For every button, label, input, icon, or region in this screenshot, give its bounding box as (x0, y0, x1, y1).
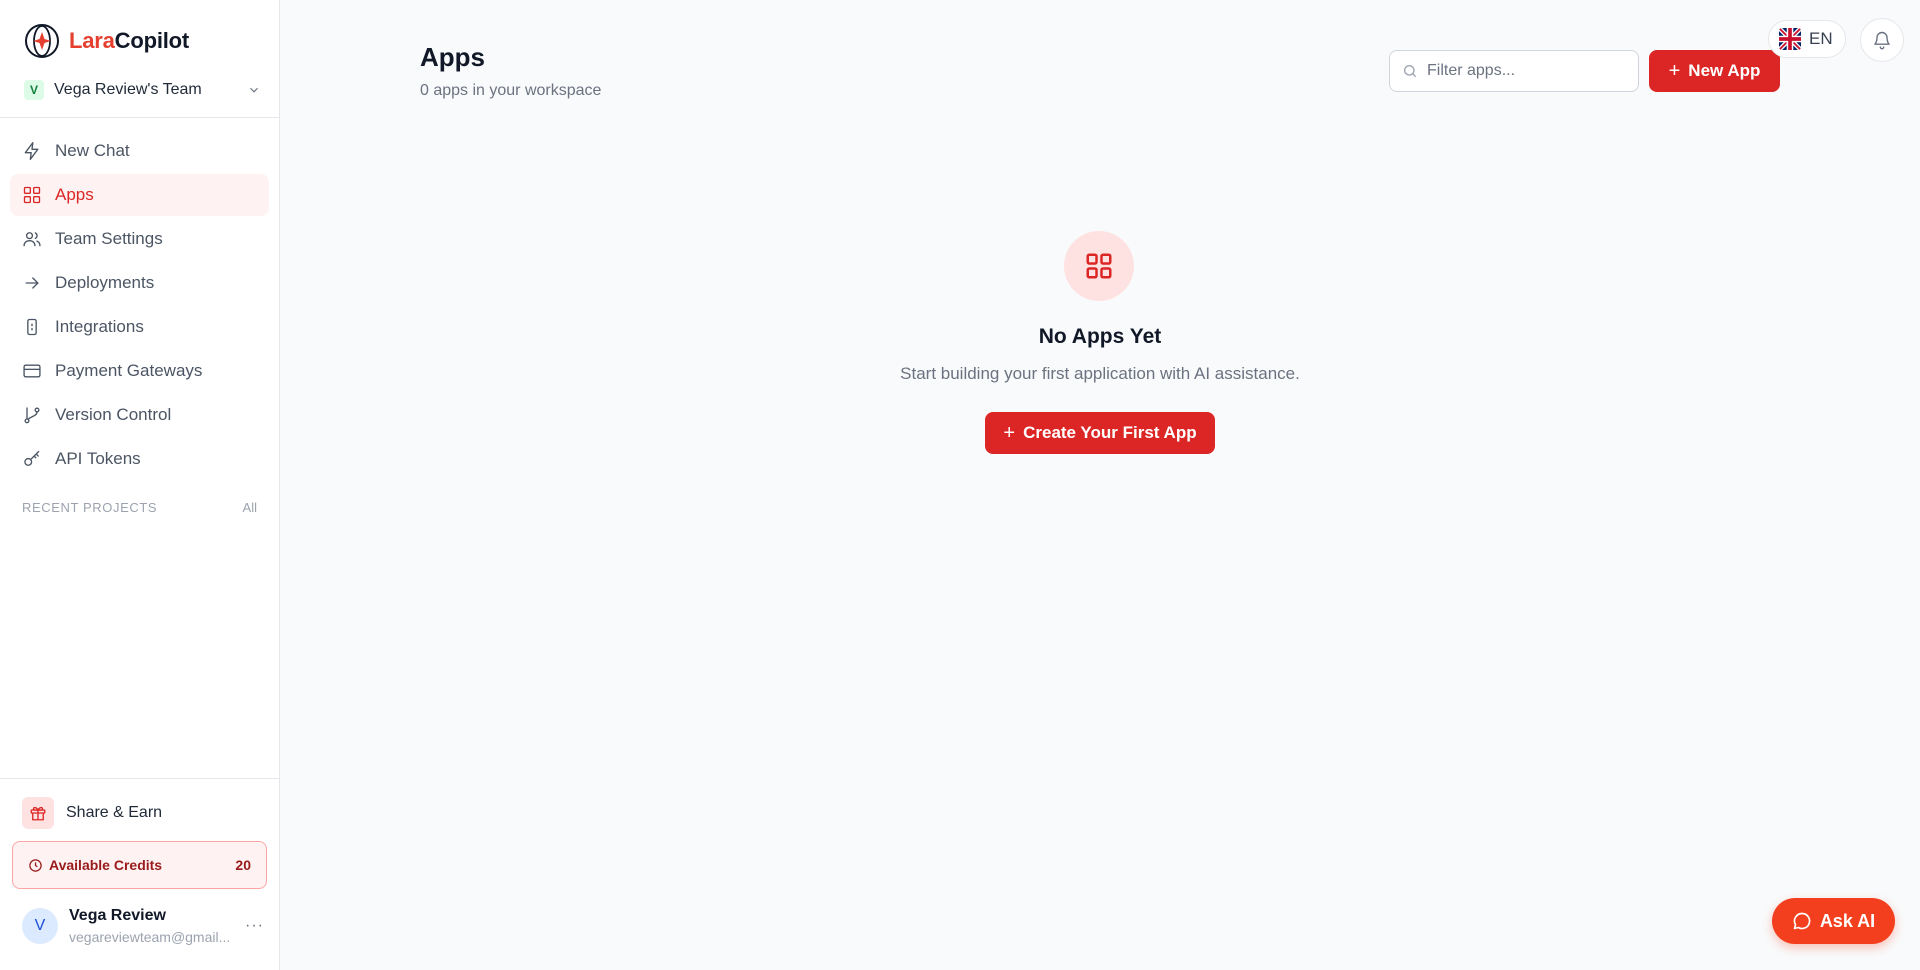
key-icon (24, 450, 40, 466)
notifications-button[interactable] (1860, 18, 1904, 62)
empty-state-title: No Apps Yet (1038, 325, 1162, 348)
language-code: EN (1809, 29, 1833, 48)
user-name: Vega Review (69, 907, 166, 924)
sidebar-item-label: Payment Gateways (55, 361, 203, 380)
sidebar-item-new-chat[interactable]: New Chat (10, 130, 269, 172)
user-email: vegareviewteam@gmail... (69, 929, 231, 945)
ask-ai-label: Ask AI (1819, 910, 1876, 931)
new-app-button[interactable]: + New App (1649, 50, 1780, 92)
user-profile[interactable]: V Vega Review vegareviewteam@gmail... ··… (22, 907, 279, 945)
sidebar-item-label: Apps (55, 185, 94, 204)
bell-icon (1874, 31, 1890, 50)
share-and-earn[interactable]: Share & Earn (22, 797, 279, 829)
page-subtitle: 0 apps in your workspace (420, 82, 602, 99)
more-options-icon[interactable]: ··· (245, 917, 264, 935)
sidebar-item-label: Deployments (55, 273, 155, 292)
team-switcher[interactable]: V Vega Review's Team (24, 78, 261, 102)
sidebar-item-label: Integrations (55, 317, 144, 336)
logo[interactable]: LaraCopilot (24, 22, 279, 60)
avatar: V (22, 908, 58, 944)
sidebar-item-label: Team Settings (55, 229, 163, 248)
ask-ai-button[interactable]: Ask AI (1772, 898, 1895, 944)
plus-icon: + (1003, 421, 1016, 444)
brand-name: LaraCopilot (69, 28, 189, 54)
plus-icon: + (1668, 59, 1681, 82)
git-branch-icon (24, 407, 40, 424)
divider (0, 117, 279, 118)
team-name: Vega Review's Team (54, 81, 202, 98)
brand-name-part2: Copilot (114, 28, 190, 53)
search-icon (1404, 65, 1416, 77)
recent-projects-all-link[interactable]: All (243, 500, 257, 515)
grid-icon (1086, 253, 1112, 279)
arrow-right-icon (25, 277, 39, 289)
gift-icon (22, 797, 54, 829)
empty-state-icon (1064, 231, 1134, 301)
sidebar-item-team-settings[interactable]: Team Settings (10, 218, 269, 260)
brand-name-part1: Lara (69, 28, 115, 53)
sidebar-item-payment-gateways[interactable]: Payment Gateways (10, 350, 269, 392)
filter-apps-input[interactable] (1427, 62, 1627, 80)
recent-projects-header: RECENT PROJECTS All (22, 500, 257, 515)
team-badge: V (24, 80, 44, 100)
sidebar-item-api-tokens[interactable]: API Tokens (10, 438, 269, 480)
credits-label: Available Credits (49, 857, 163, 873)
sidebar-footer: Share & Earn Available Credits 20 V Vega… (0, 778, 279, 945)
create-first-app-label: Create Your First App (1023, 423, 1197, 442)
sidebar-item-apps[interactable]: Apps (10, 174, 269, 216)
clock-icon (29, 858, 42, 872)
laracopilot-logo-icon (25, 24, 59, 58)
uk-flag-icon (1779, 28, 1801, 50)
sidebar-item-version-control[interactable]: Version Control (10, 394, 269, 436)
language-switcher[interactable]: EN (1768, 20, 1846, 58)
plug-icon (27, 318, 37, 336)
sidebar: LaraCopilot V Vega Review's Team New Cha… (0, 0, 280, 970)
sidebar-item-label: New Chat (55, 141, 130, 160)
recent-projects-title: RECENT PROJECTS (22, 500, 158, 515)
new-app-label: New App (1688, 61, 1761, 80)
sidebar-item-integrations[interactable]: Integrations (10, 306, 269, 348)
empty-state-subtitle: Start building your first application wi… (900, 364, 1300, 383)
chevron-down-icon (250, 87, 258, 93)
credits-value: 20 (235, 857, 251, 873)
page-title: Apps (420, 42, 485, 72)
sidebar-item-label: API Tokens (55, 449, 141, 468)
sidebar-item-deployments[interactable]: Deployments (10, 262, 269, 304)
share-and-earn-label: Share & Earn (66, 804, 163, 821)
chat-bubble-icon (1793, 912, 1811, 930)
available-credits-card[interactable]: Available Credits 20 (12, 841, 267, 889)
sidebar-item-label: Version Control (55, 405, 172, 424)
credit-card-icon (23, 364, 41, 378)
sidebar-nav: New Chat Apps Team Settings Deployments … (0, 130, 279, 482)
grid-icon (23, 186, 41, 204)
create-first-app-button[interactable]: + Create Your First App (985, 412, 1215, 454)
user-info: Vega Review vegareviewteam@gmail... (69, 907, 239, 945)
bolt-icon (24, 142, 39, 160)
users-icon (23, 232, 41, 247)
filter-apps-field[interactable] (1389, 50, 1639, 92)
